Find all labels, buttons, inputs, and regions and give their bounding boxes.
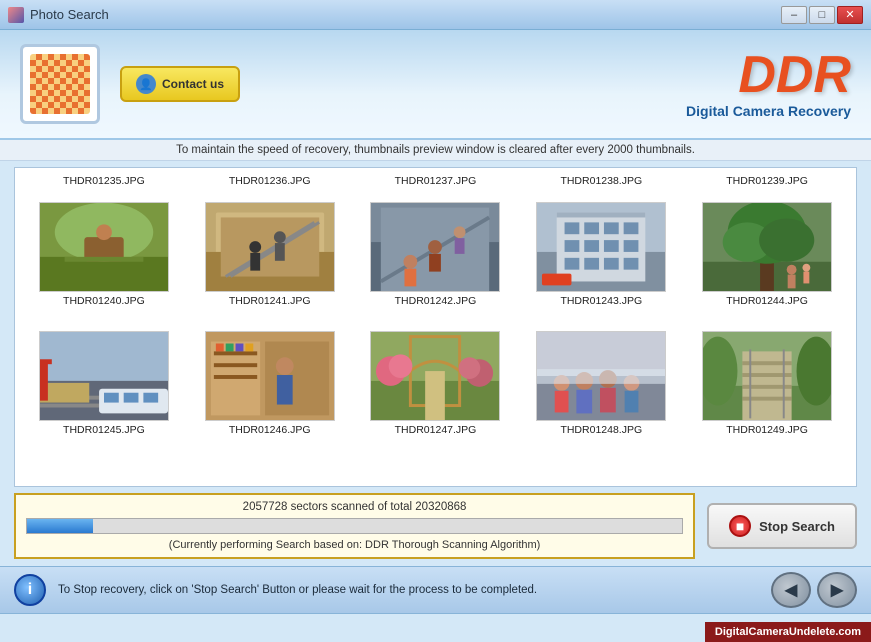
thumb-label-1237: THDR01237.JPG — [355, 172, 517, 190]
thumb-label-1245: THDR01245.JPG — [63, 424, 145, 436]
thumb-label-1235: THDR01235.JPG — [23, 172, 185, 190]
list-item[interactable]: THDR01244.JPG — [686, 198, 848, 311]
progress-bar-outer — [26, 518, 683, 534]
thumb-label-1236: THDR01236.JPG — [189, 172, 351, 190]
ddr-logo: DDR — [686, 49, 851, 101]
progress-title: 2057728 sectors scanned of total 2032086… — [26, 501, 683, 513]
info-bar: To maintain the speed of recovery, thumb… — [0, 140, 871, 161]
thumbnail-1243 — [536, 202, 666, 292]
thumb-row3: THDR01245.JPG — [15, 319, 856, 448]
list-item[interactable]: THDR01240.JPG — [23, 198, 185, 311]
thumbnail-1240 — [39, 202, 169, 292]
thumb-label-1244: THDR01244.JPG — [726, 295, 808, 307]
thumbnail-1244 — [702, 202, 832, 292]
logo-box — [20, 44, 100, 124]
header-center: 👤 Contact us — [120, 66, 666, 102]
header-right: DDR Digital Camera Recovery — [686, 49, 851, 119]
progress-box: 2057728 sectors scanned of total 2032086… — [14, 493, 695, 559]
list-item[interactable]: THDR01241.JPG — [189, 198, 351, 311]
progress-area: 2057728 sectors scanned of total 2032086… — [14, 493, 857, 559]
info-icon: i — [14, 574, 46, 606]
list-item[interactable]: THDR01243.JPG — [520, 198, 682, 311]
bottom-info-text: To Stop recovery, click on 'Stop Search'… — [58, 584, 759, 596]
list-item[interactable]: THDR01245.JPG — [23, 327, 185, 440]
thumb-label-1246: THDR01246.JPG — [229, 424, 311, 436]
logo-checker-icon — [30, 54, 90, 114]
thumb-label-1242: THDR01242.JPG — [395, 295, 477, 307]
thumbnail-1248 — [536, 331, 666, 421]
thumbnail-1249 — [702, 331, 832, 421]
thumb-label-1238: THDR01238.JPG — [520, 172, 682, 190]
stop-icon: ■ — [729, 515, 751, 537]
thumb-row2: THDR01240.JPG THDR01 — [15, 190, 856, 319]
navigation-buttons: ◀ ▶ — [771, 572, 857, 608]
list-item[interactable]: THDR01242.JPG — [355, 198, 517, 311]
list-item[interactable]: THDR01248.JPG — [520, 327, 682, 440]
contact-icon: 👤 — [136, 74, 156, 94]
forward-button[interactable]: ▶ — [817, 572, 857, 608]
close-button[interactable]: ✕ — [837, 6, 863, 24]
progress-subtitle: (Currently performing Search based on: D… — [26, 539, 683, 551]
contact-button[interactable]: 👤 Contact us — [120, 66, 240, 102]
thumbnail-1242 — [370, 202, 500, 292]
thumb-label-1248: THDR01248.JPG — [560, 424, 642, 436]
back-button[interactable]: ◀ — [771, 572, 811, 608]
stop-search-button[interactable]: ■ Stop Search — [707, 503, 857, 549]
minimize-button[interactable]: – — [781, 6, 807, 24]
thumbnail-area[interactable]: THDR01235.JPG THDR01236.JPG THDR01237.JP… — [14, 167, 857, 487]
app-icon — [8, 7, 24, 23]
row1-labels: THDR01235.JPG THDR01236.JPG THDR01237.JP… — [15, 168, 856, 190]
contact-label: Contact us — [162, 77, 224, 91]
thumbnail-1247 — [370, 331, 500, 421]
ddr-subtitle: Digital Camera Recovery — [686, 103, 851, 119]
thumb-label-1239: THDR01239.JPG — [686, 172, 848, 190]
thumbnail-1245 — [39, 331, 169, 421]
thumb-label-1249: THDR01249.JPG — [726, 424, 808, 436]
stop-button-label: Stop Search — [759, 519, 835, 534]
window-controls: – □ ✕ — [781, 6, 863, 24]
thumb-label-1240: THDR01240.JPG — [63, 295, 145, 307]
header-area: 👤 Contact us DDR Digital Camera Recovery — [0, 30, 871, 140]
progress-bar-inner — [27, 519, 93, 533]
info-bar-text: To maintain the speed of recovery, thumb… — [176, 144, 695, 156]
window-title: Photo Search — [30, 7, 109, 22]
thumb-label-1241: THDR01241.JPG — [229, 295, 311, 307]
thumbnail-1241 — [205, 202, 335, 292]
list-item[interactable]: THDR01247.JPG — [355, 327, 517, 440]
thumb-label-1247: THDR01247.JPG — [395, 424, 477, 436]
maximize-button[interactable]: □ — [809, 6, 835, 24]
title-bar: Photo Search – □ ✕ — [0, 0, 871, 30]
brand-text: DigitalCameraUndelete.com — [715, 626, 861, 638]
thumbnail-1246 — [205, 331, 335, 421]
list-item[interactable]: THDR01249.JPG — [686, 327, 848, 440]
footer-brand: DigitalCameraUndelete.com — [705, 622, 871, 642]
bottom-bar: i To Stop recovery, click on 'Stop Searc… — [0, 566, 871, 614]
list-item[interactable]: THDR01246.JPG — [189, 327, 351, 440]
thumb-label-1243: THDR01243.JPG — [560, 295, 642, 307]
